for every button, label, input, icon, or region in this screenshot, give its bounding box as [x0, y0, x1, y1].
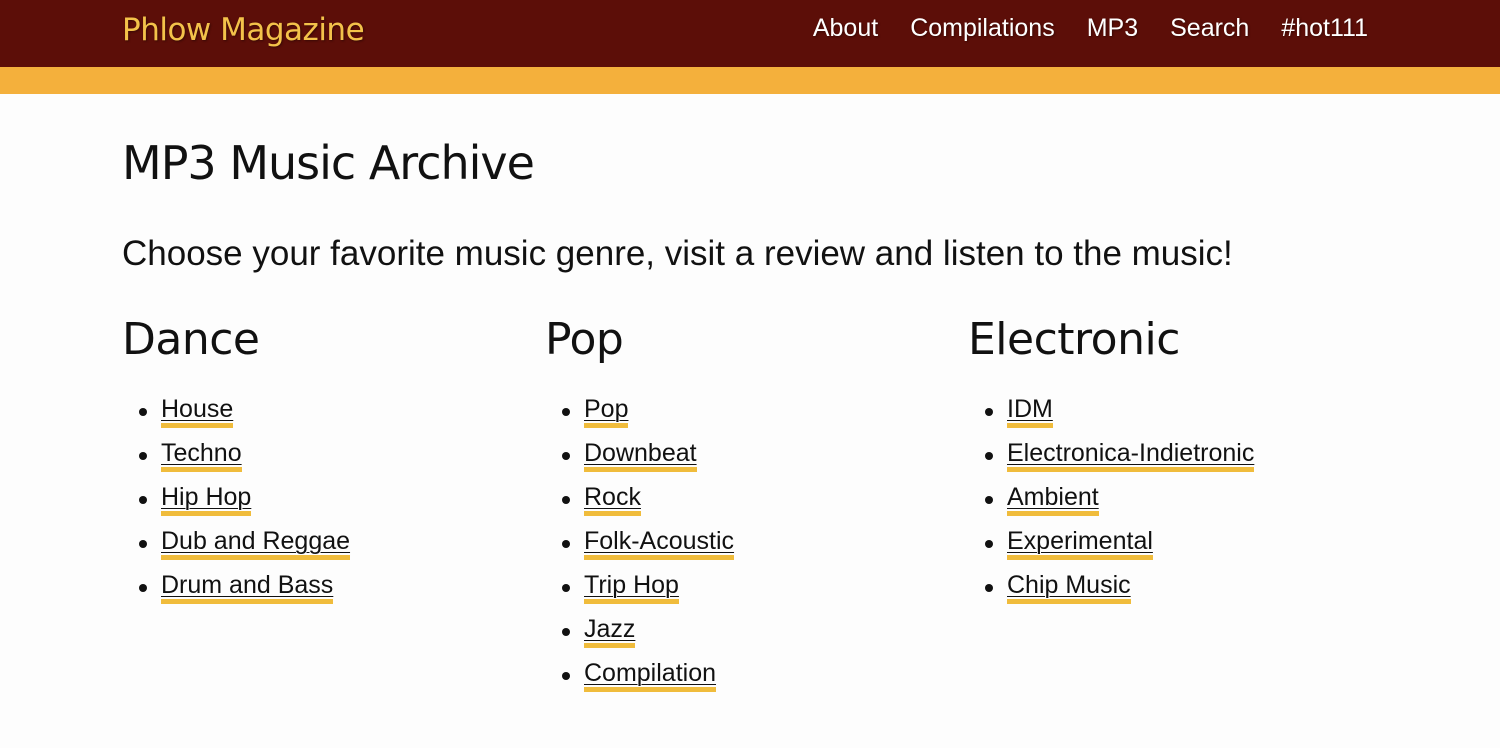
list-item: IDM [968, 395, 1391, 439]
list-item: Pop [545, 395, 968, 439]
nav-search[interactable]: Search [1170, 14, 1249, 43]
genre-link[interactable]: House [161, 395, 234, 428]
list-item: Drum and Bass [122, 571, 545, 615]
nav-hot111[interactable]: #hot111 [1281, 14, 1368, 43]
list-item: Ambient [968, 483, 1391, 527]
list-item: Compilation [545, 659, 968, 703]
site-header: Phlow Magazine About Compilations MP3 Se… [0, 0, 1500, 67]
genre-columns: Dance House Techno Hip Hop Dub and Regga… [122, 314, 1500, 703]
genre-column-dance: Dance House Techno Hip Hop Dub and Regga… [122, 314, 545, 703]
list-item: Rock [545, 483, 968, 527]
genre-link[interactable]: Chip Music [1007, 571, 1131, 604]
genre-link[interactable]: IDM [1007, 395, 1053, 428]
genre-link[interactable]: Pop [584, 395, 629, 428]
column-heading: Dance [122, 314, 260, 365]
genre-link[interactable]: Jazz [584, 615, 636, 648]
list-item: Experimental [968, 527, 1391, 571]
column-heading: Pop [545, 314, 624, 365]
genre-column-electronic: Electronic IDM Electronica-Indietronic A… [968, 314, 1391, 703]
list-item: Jazz [545, 615, 968, 659]
genre-link[interactable]: Drum and Bass [161, 571, 334, 604]
genre-column-pop: Pop Pop Downbeat Rock Folk-Acoustic Trip… [545, 314, 968, 703]
genre-link[interactable]: Folk-Acoustic [584, 527, 735, 560]
brand-logo-link[interactable]: Phlow Magazine [122, 12, 365, 48]
column-heading: Electronic [968, 314, 1180, 365]
list-item: Techno [122, 439, 545, 483]
genre-link[interactable]: Dub and Reggae [161, 527, 351, 560]
nav-compilations[interactable]: Compilations [910, 14, 1055, 43]
genre-link[interactable]: Techno [161, 439, 242, 472]
page-title: MP3 Music Archive [122, 136, 535, 190]
list-item: House [122, 395, 545, 439]
genre-link[interactable]: Trip Hop [584, 571, 679, 604]
genre-list: Pop Downbeat Rock Folk-Acoustic Trip Hop… [545, 395, 968, 703]
genre-link[interactable]: Rock [584, 483, 641, 516]
nav-about[interactable]: About [813, 14, 878, 43]
accent-stripe [0, 67, 1500, 94]
genre-list: House Techno Hip Hop Dub and Reggae Drum… [122, 395, 545, 615]
list-item: Electronica-Indietronic [968, 439, 1391, 483]
genre-list: IDM Electronica-Indietronic Ambient Expe… [968, 395, 1391, 615]
list-item: Folk-Acoustic [545, 527, 968, 571]
genre-link[interactable]: Downbeat [584, 439, 697, 472]
list-item: Trip Hop [545, 571, 968, 615]
genre-link[interactable]: Experimental [1007, 527, 1153, 560]
list-item: Dub and Reggae [122, 527, 545, 571]
main-content: MP3 Music Archive Choose your favorite m… [0, 136, 1500, 703]
genre-link[interactable]: Electronica-Indietronic [1007, 439, 1255, 472]
lead-text: Choose your favorite music genre, visit … [122, 234, 1233, 273]
list-item: Chip Music [968, 571, 1391, 615]
list-item: Downbeat [545, 439, 968, 483]
genre-link[interactable]: Compilation [584, 659, 717, 692]
genre-link[interactable]: Hip Hop [161, 483, 252, 516]
main-nav: About Compilations MP3 Search #hot111 [813, 14, 1368, 43]
nav-mp3[interactable]: MP3 [1087, 14, 1138, 43]
list-item: Hip Hop [122, 483, 545, 527]
genre-link[interactable]: Ambient [1007, 483, 1099, 516]
